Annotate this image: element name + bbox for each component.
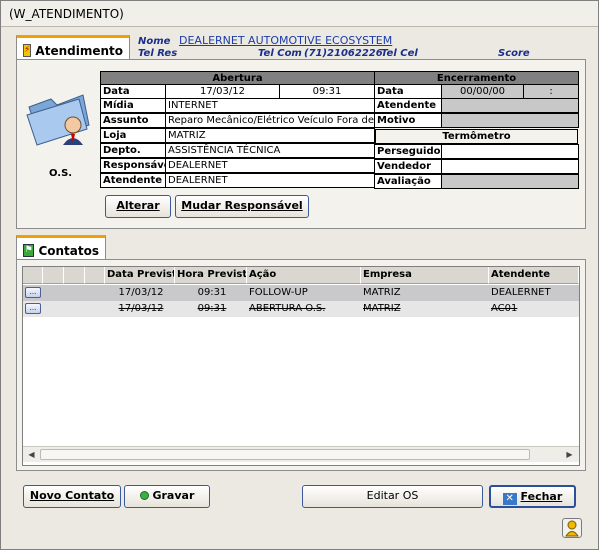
tab-contatos[interactable]: ⚑ Contatos — [16, 235, 106, 260]
col-acao[interactable]: Ação — [247, 267, 361, 284]
row-data: 17/03/12 — [118, 303, 164, 314]
novo-contato-label: Novo Contato — [29, 489, 115, 502]
encerramento-data-field[interactable]: 00/00/00 — [441, 84, 524, 99]
row-acao: FOLLOW-UP — [249, 287, 308, 298]
user-icon[interactable] — [562, 518, 582, 538]
col-atendente[interactable]: Atendente — [489, 267, 579, 284]
abertura-atendente-field[interactable]: DEALERNET — [165, 173, 375, 188]
abertura-atendente-label: Atendente — [100, 173, 166, 188]
midia-field[interactable]: INTERNET — [165, 98, 375, 113]
responsavel-label: Responsável — [100, 158, 166, 173]
row-empresa: MATRIZ — [363, 287, 401, 298]
row-detail-button[interactable]: ... — [25, 287, 41, 298]
telres-label: Tel Res — [138, 48, 178, 59]
encerramento-data-label: Data — [374, 84, 442, 99]
encerramento-hora-field[interactable]: : — [523, 84, 579, 99]
table-row[interactable]: ... 17/03/12 09:31 FOLLOW-UP MATRIZ DEAL… — [23, 285, 579, 301]
nome-label: Nome — [138, 36, 171, 47]
encerramento-header: Encerramento — [374, 71, 579, 85]
depto-field[interactable]: ASSISTÊNCIA TÉCNICA — [165, 143, 375, 158]
os-folder-icon — [23, 85, 95, 153]
scrollbar-thumb[interactable] — [40, 449, 530, 460]
mudar-responsavel-button[interactable]: Mudar Responsável — [175, 195, 309, 218]
assunto-field[interactable]: Reparo Mecânico/Elétrico Veículo Fora de — [165, 113, 375, 128]
avaliacao-field[interactable] — [441, 174, 579, 189]
atendimento-tab-icon: ⚡ — [23, 44, 32, 57]
close-icon: ✕ — [502, 493, 517, 505]
loja-label: Loja — [100, 128, 166, 143]
termometro-header: Termômetro — [375, 129, 578, 144]
abertura-data-label: Data — [100, 84, 166, 99]
col-empresa[interactable]: Empresa — [361, 267, 489, 284]
tab-atendimento-label: Atendimento — [35, 43, 123, 58]
loja-field[interactable]: MATRIZ — [165, 128, 375, 143]
editar-os-button[interactable]: Editar OS — [302, 485, 483, 508]
fechar-button[interactable]: ✕ Fechar — [489, 485, 576, 508]
encerramento-atendente-label: Atendente — [374, 98, 442, 113]
row-hora: 09:31 — [197, 303, 227, 314]
mudar-responsavel-label: Mudar Responsável — [181, 199, 303, 212]
row-hora: 09:31 — [197, 287, 227, 298]
row-empresa: MATRIZ — [363, 303, 401, 314]
depto-label: Depto. — [100, 143, 166, 158]
row-detail-button[interactable]: ... — [25, 303, 41, 314]
window-title: (W_ATENDIMENTO) — [1, 1, 598, 27]
contatos-flag-icon: ⚑ — [23, 244, 35, 257]
motivo-field[interactable] — [441, 113, 579, 128]
abertura-hora-field[interactable]: 09:31 — [279, 84, 375, 99]
atendimento-window: (W_ATENDIMENTO) ⚡ Atendimento Nome DEALE… — [0, 0, 599, 550]
responsavel-field[interactable]: DEALERNET — [165, 158, 375, 173]
score-label: Score — [498, 48, 530, 59]
col-blank-1 — [23, 267, 43, 284]
row-atendente: AC01 — [491, 303, 518, 314]
col-blank-4 — [85, 267, 105, 284]
motivo-label: Motivo — [374, 113, 442, 128]
tab-contatos-label: Contatos — [38, 243, 99, 258]
vendedor-field[interactable] — [441, 159, 579, 174]
vendedor-label: Vendedor — [374, 159, 442, 174]
gravar-icon — [139, 491, 149, 500]
scroll-right-icon[interactable]: ▶ — [562, 448, 577, 461]
gravar-label: Gravar — [152, 489, 195, 502]
telcom-label: Tel Com — [258, 48, 302, 59]
alterar-button-label: Alterar — [116, 199, 160, 212]
nome-link[interactable]: DEALERNET AUTOMOTIVE ECOSYSTEM — [179, 34, 392, 47]
tab-atendimento[interactable]: ⚡ Atendimento — [16, 35, 130, 60]
horizontal-scrollbar[interactable]: ◀ ▶ — [23, 446, 579, 462]
gravar-button[interactable]: Gravar — [124, 485, 210, 508]
fechar-label: Fechar — [520, 490, 563, 503]
col-blank-3 — [64, 267, 85, 284]
row-acao: ABERTURA O.S. — [249, 303, 326, 314]
row-atendente: DEALERNET — [491, 287, 551, 298]
telcel-label: Tel Cel — [381, 48, 418, 59]
abertura-data-field[interactable]: 17/03/12 — [165, 84, 280, 99]
assunto-label: Assunto — [100, 113, 166, 128]
row-data: 17/03/12 — [118, 287, 164, 298]
editar-os-label: Editar OS — [366, 489, 419, 502]
col-blank-2 — [43, 267, 64, 284]
encerramento-atendente-field[interactable] — [441, 98, 579, 113]
table-row[interactable]: ... 17/03/12 09:31 ABERTURA O.S. MATRIZ … — [23, 301, 579, 317]
col-data-prevista[interactable]: Data Prevista — [105, 267, 175, 284]
perseguidor-label: Perseguidor — [374, 144, 442, 159]
scroll-left-icon[interactable]: ◀ — [24, 448, 39, 461]
avaliacao-label: Avaliação — [374, 174, 442, 189]
contatos-list: Data Prevista Hora Prevista Ação Empresa… — [22, 266, 580, 466]
os-label: O.S. — [49, 168, 73, 179]
novo-contato-button[interactable]: Novo Contato — [23, 485, 121, 508]
perseguidor-field[interactable] — [441, 144, 579, 159]
abertura-header: Abertura — [100, 71, 375, 85]
col-hora-prevista[interactable]: Hora Prevista — [175, 267, 247, 284]
alterar-button[interactable]: Alterar — [105, 195, 171, 218]
telcom-value: (71)21062226 — [304, 48, 383, 59]
midia-label: Mídia — [100, 98, 166, 113]
